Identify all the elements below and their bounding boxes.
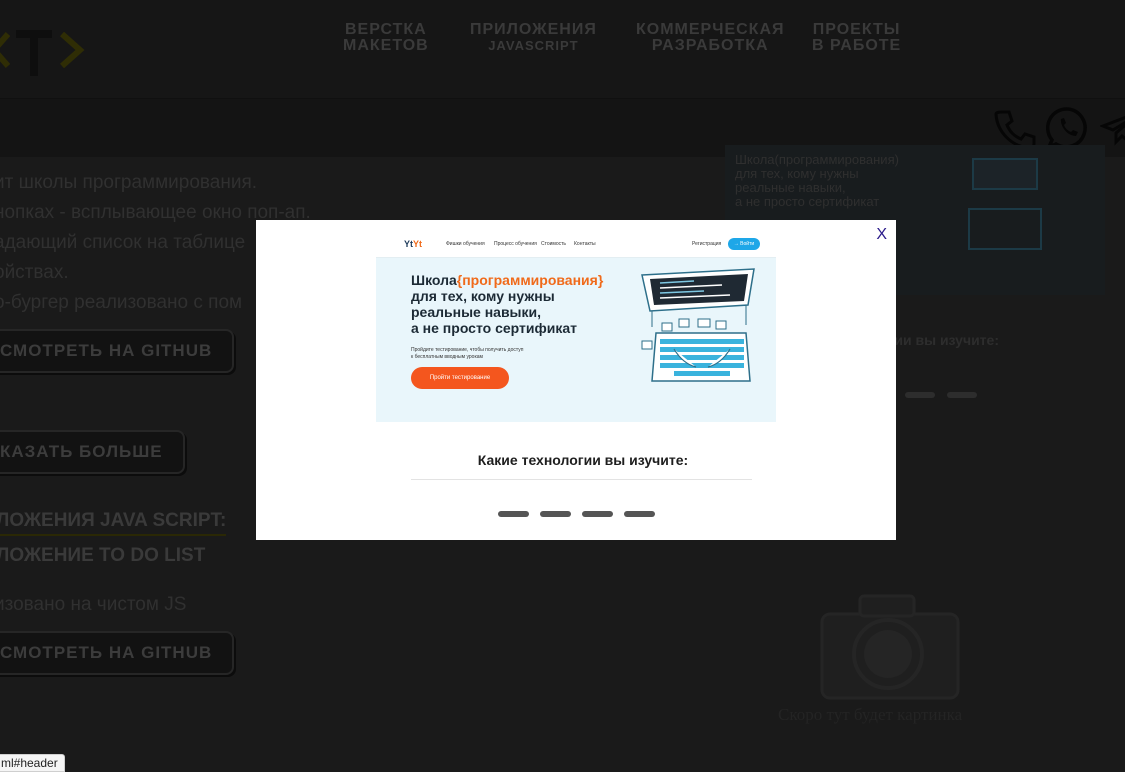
headline-line: реальные навыки, [411,304,542,320]
screenshot-nav-link: Стоимость [541,241,567,247]
preview-line: реальные навыки, [735,180,846,195]
github-button[interactable]: СМОТРЕТЬ НА GITHUB [0,329,235,373]
screenshot-nav-link: Контакты [574,241,596,247]
whatsapp-icon[interactable] [1046,106,1090,150]
screenshot-subtext: Пройдите тестирование, чтобы получить до… [411,347,523,361]
divider [411,479,752,480]
section-title-js-apps: ЛОЖЕНИЯ JAVA SCRIPT: [0,510,227,536]
headline-text: Школа [411,272,457,288]
screenshot-logo: YtYt [404,239,422,249]
preview-line: а не просто сертификат [735,194,880,209]
github-button-todo[interactable]: СМОТРЕТЬ НА GITHUB [0,631,235,675]
preview-line: Школа(программирования) [735,152,899,167]
nav-label-line1: ПРИЛОЖЕНИЯ [470,21,597,38]
tech-title: Какие технологии вы изучите: [477,452,689,468]
project-description-line: о-бургер реализовано с пом [0,292,243,313]
phone-icon[interactable] [992,106,1036,150]
image-placeholder-text: Скоро тут будет картинка [778,705,963,724]
slider-dash[interactable] [498,511,529,517]
preview-text: Школа(программирования) для тех, кому ну… [735,153,899,209]
nav-label-line2: JAVASCRIPT [488,38,579,53]
dash-indicator [905,392,935,398]
slider-dash[interactable] [624,511,655,517]
status-bar-url: ml#header [0,754,65,772]
popup-modal: X YtYt Фишки обучения Процесс обучения С… [256,220,896,540]
site-header: ВЕРСТКА МАКЕТОВ ПРИЛОЖЕНИЯ JAVASCRIPT КО… [0,0,1125,99]
app-title-todo: ЛОЖЕНИЕ TO DO LIST [0,545,206,566]
project-description-line: ойствах. [0,262,69,283]
project-description-line: ит школы программирования. [0,172,258,193]
screenshot-navbar: YtYt Фишки обучения Процесс обучения Сто… [376,233,776,258]
slider-dash[interactable] [582,511,613,517]
slider-dash[interactable] [540,511,571,517]
site-logo[interactable] [0,20,98,80]
nav-item-projects[interactable]: ПРОЕКТЫ В РАБОТЕ [812,22,901,54]
project-description-line: адающий список на таблице [0,232,246,253]
nav-label-line2: В РАБОТЕ [812,37,902,54]
close-button[interactable]: X [876,226,887,244]
laptop-illustration [968,158,1042,250]
screenshot-nav-link: Процесс обучения [494,241,537,247]
nav-item-layouts[interactable]: ВЕРСТКА МАКЕТОВ [343,22,429,54]
project-screenshot: YtYt Фишки обучения Процесс обучения Сто… [376,233,776,422]
subtext-line: Пройдите тестирование, чтобы получить до… [411,347,524,353]
headline-accent: {программирования} [456,272,604,288]
telegram-icon[interactable] [1100,106,1125,150]
nav-item-commercial[interactable]: КОММЕРЧЕСКАЯ РАЗРАБОТКА [636,22,785,54]
screenshot-headline: Школа{программирования} для тех, кому ну… [411,272,603,336]
headline-line: а не просто сертификат [411,320,577,336]
screenshot-cta-button: Пройти тестирование [411,367,509,389]
nav-label-line1: ВЕРСТКА [344,21,427,38]
headline-line: для тех, кому нужны [411,288,555,304]
dash-indicator [947,392,977,398]
screenshot-login-link: Регистрация [692,241,722,247]
screenshot-enter-button: → Войти [728,238,760,250]
camera-placeholder-icon [820,594,960,700]
nav-item-js-apps[interactable]: ПРИЛОЖЕНИЯ JAVASCRIPT [470,22,597,54]
logo-part: Yt [413,239,422,249]
nav-label-line1: ПРОЕКТЫ [812,21,901,38]
tech-subtitle-bg: огии вы изучите: [880,332,999,348]
show-more-button[interactable]: КАЗАТЬ БОЛЬШЕ [0,430,185,474]
app-description: изовано на чистом JS [0,594,187,615]
subtext-line: к бесплатным вводным урокам [411,354,483,360]
preview-line: для тех, кому нужны [735,166,859,181]
nav-label-line1: КОММЕРЧЕСКАЯ [636,21,785,38]
laptop-code-illustration [641,268,755,382]
logo-part: Yt [404,239,413,249]
screenshot-nav-link: Фишки обучения [446,241,485,247]
nav-label-line2: МАКЕТОВ [343,37,429,54]
nav-label-line2: РАЗРАБОТКА [651,37,769,54]
